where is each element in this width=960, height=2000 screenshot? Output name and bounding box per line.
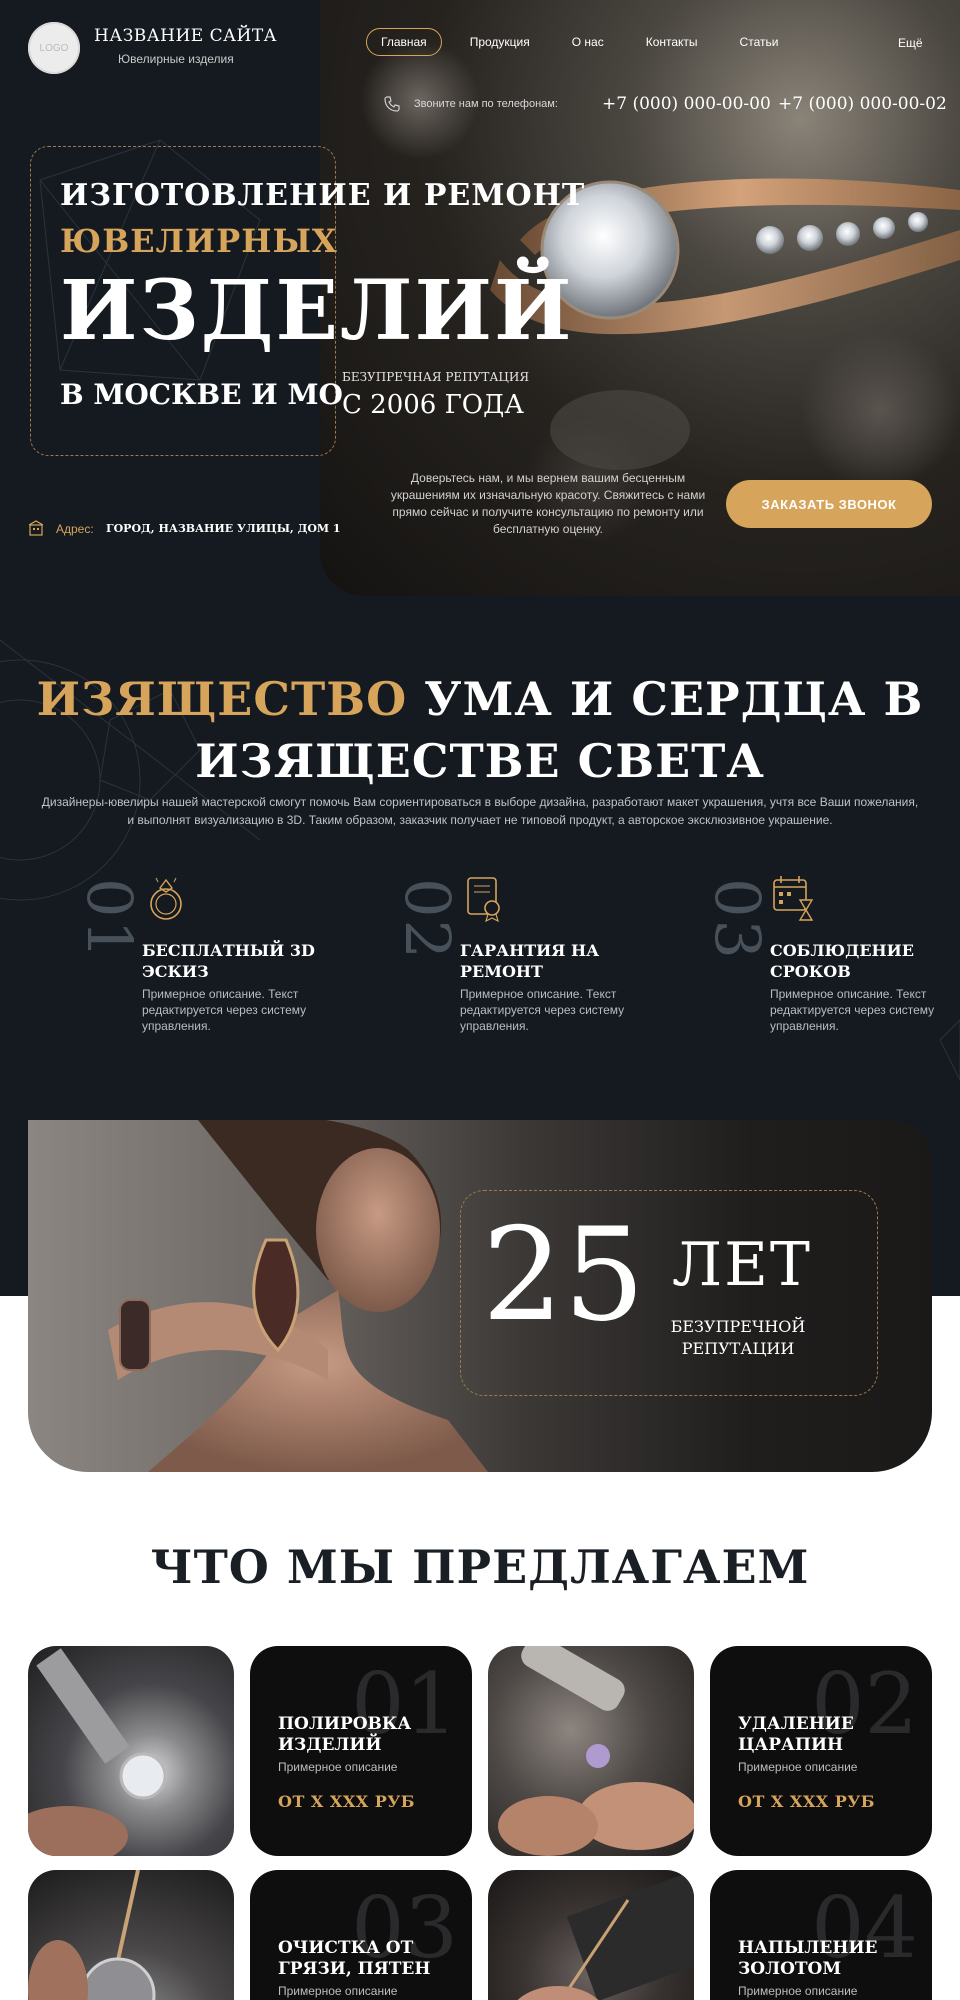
feature-description: Примерное описание. Текст редактируется … <box>142 987 307 1033</box>
site-subtitle: Ювелирные изделия <box>118 52 234 66</box>
years-unit: ЛЕТ <box>672 1230 812 1300</box>
service-title: ПОЛИРОВКА ИЗДЕЛИЙ <box>278 1714 412 1755</box>
nav-item-articles[interactable]: Статьи <box>726 29 793 55</box>
phone-number-1[interactable]: +7 (000) 000-00-00 <box>602 94 771 114</box>
address-label: Адрес: <box>56 522 94 536</box>
service-title: УДАЛЕНИЕ ЦАРАПИН <box>738 1714 854 1755</box>
site-name[interactable]: НАЗВАНИЕ САЙТА <box>94 26 277 46</box>
service-card[interactable]: 03 ОЧИСТКА ОТ ГРЯЗИ, ПЯТЕН Примерное опи… <box>250 1870 472 2000</box>
service-price: ОТ Х ХХХ РУБ <box>278 1792 415 1811</box>
nav-item-home[interactable]: Главная <box>366 28 442 56</box>
feature-title: БЕСПЛАТНЫЙ 3D ЭСКИЗ <box>142 941 315 981</box>
title-line-2: ИЗЯЩЕСТВЕ СВЕТА <box>195 734 765 788</box>
section-elegance-description: Дизайнеры-ювелиры нашей мастерской смогу… <box>41 795 919 827</box>
service-title: ОЧИСТКА ОТ ГРЯЗИ, ПЯТЕН <box>278 1938 431 1979</box>
services-title: ЧТО МЫ ПРЕДЛАГАЕМ <box>150 1540 810 1594</box>
site-logo[interactable]: LOGO <box>28 22 80 74</box>
feature-item: 02 ГАРАНТИЯ НА РЕМОНТ Примерное описание… <box>346 870 646 1050</box>
phone-number-2[interactable]: +7 (000) 000-00-02 <box>778 94 947 114</box>
reputation-banner: 25 ЛЕТ БЕЗУПРЕЧНОЙ РЕПУТАЦИИ <box>28 1120 932 1472</box>
gold-plating-image <box>517 1870 694 2000</box>
cleaning-image <box>28 1870 156 2000</box>
feature-number: 01 <box>73 878 146 961</box>
nav-item-about[interactable]: О нас <box>558 29 618 55</box>
woman-portrait-image <box>108 1120 488 1472</box>
service-photo <box>488 1646 694 1856</box>
polishing-image <box>28 1648 167 1856</box>
hero-title-line-1: ИЗГОТОВЛЕНИЕ И РЕМОНТ <box>60 178 586 213</box>
service-card[interactable]: 04 НАПЫЛЕНИЕ ЗОЛОТОМ Примерное описание <box>710 1870 932 2000</box>
feature-description: Примерное описание. Текст редактируется … <box>770 987 935 1033</box>
service-photo <box>28 1646 234 1856</box>
service-photo <box>28 1870 234 2000</box>
feature-title: ГАРАНТИЯ НА РЕМОНТ <box>460 941 600 981</box>
feature-number: 03 <box>701 878 774 961</box>
address-value: ГОРОД, НАЗВАНИЕ УЛИЦЫ, ДОМ 1 <box>106 522 341 535</box>
ring-icon <box>150 877 182 920</box>
service-description: Примерное описание <box>278 1760 398 1774</box>
title-rest: УМА И СЕРДЦА В <box>424 672 924 726</box>
service-description: Примерное описание <box>738 1984 858 1998</box>
service-description: Примерное описание <box>738 1760 858 1774</box>
service-card[interactable]: 01 ПОЛИРОВКА ИЗДЕЛИЙ Примерное описание … <box>250 1646 472 1856</box>
building-icon <box>28 520 44 536</box>
certificate-icon <box>467 877 500 922</box>
order-call-button[interactable]: ЗАКАЗАТЬ ЗВОНОК <box>726 480 932 528</box>
section-elegance-title: ИЗЯЩЕСТВО УМА И СЕРДЦА В ИЗЯЩЕСТВЕ СВЕТА <box>0 668 960 792</box>
service-price: ОТ Х ХХХ РУБ <box>738 1792 875 1811</box>
feature-item: 01 БЕСПЛАТНЫЙ 3D ЭСКИЗ Примерное описани… <box>28 870 328 1050</box>
reputation-label: БЕЗУПРЕЧНАЯ РЕПУТАЦИЯ <box>342 370 530 384</box>
feature-number: 02 <box>391 878 464 961</box>
years-caption: БЕЗУПРЕЧНОЙ РЕПУТАЦИИ <box>670 1317 806 1358</box>
main-nav: Главная Продукция О нас Контакты Статьи <box>366 28 806 56</box>
hero-description: Доверьтесь нам, и мы вернем вашим бесцен… <box>390 471 706 536</box>
nav-item-contacts[interactable]: Контакты <box>632 29 712 55</box>
nav-item-products[interactable]: Продукция <box>456 29 544 55</box>
phone-icon <box>384 96 400 112</box>
service-photo <box>488 1870 694 2000</box>
calendar-hourglass-icon <box>773 876 814 921</box>
feature-item: 03 СОБЛЮДЕНИЕ СРОКОВ Примерное описание.… <box>656 870 956 1050</box>
hero-title-line-2: ЮВЕЛИРНЫХ <box>60 222 338 260</box>
reputation-year: С 2006 ГОДА <box>342 390 524 420</box>
title-accent: ИЗЯЩЕСТВО <box>36 672 408 726</box>
engraving-tool-image <box>498 1646 694 1856</box>
phone-label: Звоните нам по телефонам: <box>414 98 558 110</box>
service-description: Примерное описание <box>278 1984 398 1998</box>
nav-more-button[interactable]: Ещё <box>898 36 923 50</box>
dark-hero-zone: LOGO НАЗВАНИЕ САЙТА Ювелирные изделия Гл… <box>0 0 960 1296</box>
feature-description: Примерное описание. Текст редактируется … <box>460 987 625 1033</box>
hero-title-line-3: ИЗДЕЛИЙ <box>60 263 574 359</box>
service-title: НАПЫЛЕНИЕ ЗОЛОТОМ <box>738 1938 878 1979</box>
service-card[interactable]: 02 УДАЛЕНИЕ ЦАРАПИН Примерное описание О… <box>710 1646 932 1856</box>
feature-title: СОБЛЮДЕНИЕ СРОКОВ <box>770 941 914 981</box>
hero-title-line-4: В МОСКВЕ И МО <box>60 378 343 411</box>
years-number: 25 <box>482 1201 645 1350</box>
